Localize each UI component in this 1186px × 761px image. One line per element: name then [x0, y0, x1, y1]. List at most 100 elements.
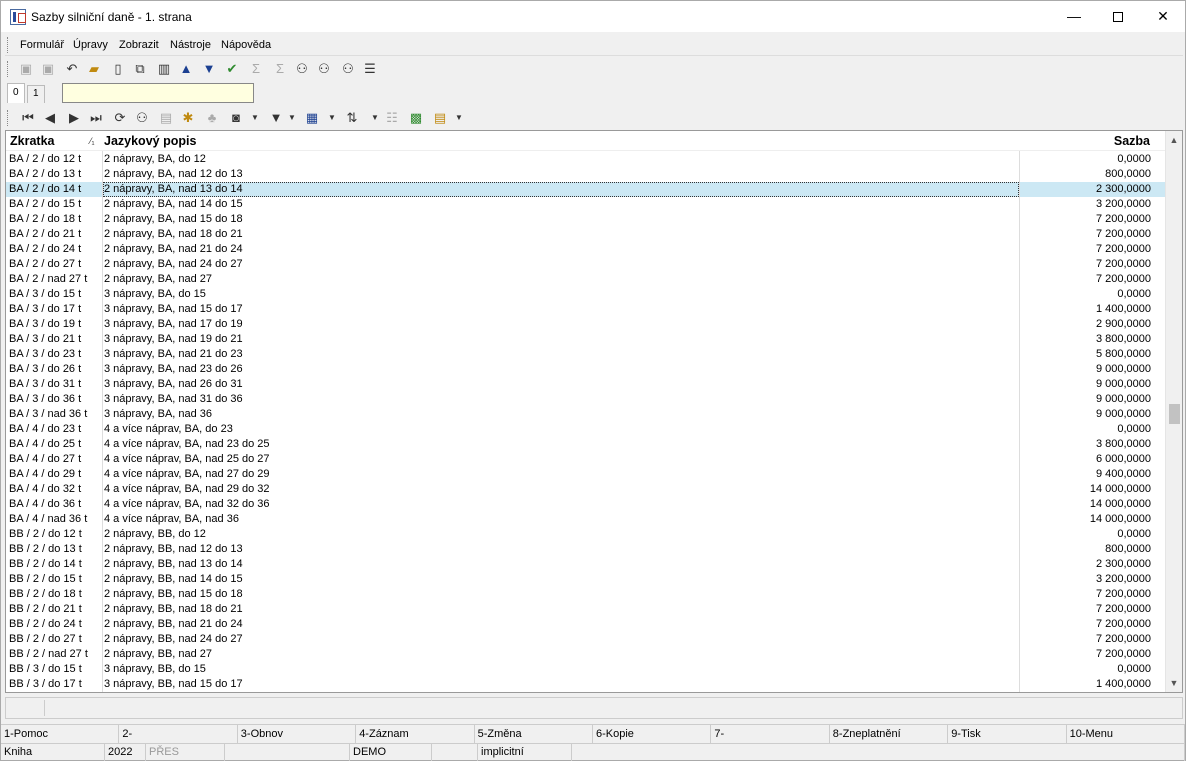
table-row[interactable]: BA / 4 / do 32 t 4 a více náprav, BA, nad…: [6, 482, 1167, 497]
book-icon[interactable]: ▥: [155, 61, 173, 77]
save-as-icon[interactable]: ▣: [39, 61, 57, 77]
table-row[interactable]: BB / 2 / do 21 t 2 nápravy, BB, nad 18 do…: [6, 602, 1167, 617]
table-row[interactable]: BA / 2 / do 13 t 2 nápravy, BA, nad 12 do…: [6, 167, 1167, 182]
save-icon[interactable]: ▣: [17, 61, 35, 77]
table-row[interactable]: BA / 3 / do 31 t 3 nápravy, BA, nad 26 do…: [6, 377, 1167, 392]
binoculars-icon[interactable]: ⚇: [293, 61, 311, 77]
table-row[interactable]: BB / 3 / do 17 t 3 nápravy, BB, nad 15 do…: [6, 677, 1167, 692]
grip-handle[interactable]: [7, 37, 10, 53]
add-star-icon[interactable]: ✱: [179, 110, 197, 126]
table-row[interactable]: BA / 2 / do 12 t 2 nápravy, BA, do 12 0,00…: [6, 152, 1167, 167]
table-row[interactable]: BA / 4 / do 27 t 4 a více náprav, BA, nad…: [6, 452, 1167, 467]
table-row[interactable]: BA / 3 / do 23 t 3 nápravy, BA, nad 21 do…: [6, 347, 1167, 362]
checkmark-icon[interactable]: ✔: [223, 61, 241, 77]
table-row[interactable]: BA / 2 / do 24 t 2 nápravy, BA, nad 21 do…: [6, 242, 1167, 257]
open-folder-icon[interactable]: ▰: [85, 61, 103, 77]
table-row[interactable]: BA / 4 / do 23 t 4 a více náprav, BA, do …: [6, 422, 1167, 437]
find-next-icon[interactable]: ⚇: [315, 61, 333, 77]
filter-icon[interactable]: ▼: [267, 110, 285, 126]
refresh-icon[interactable]: ⟳: [111, 110, 129, 126]
table-row[interactable]: BA / 3 / do 15 t 3 nápravy, BA, do 15 0,00…: [6, 287, 1167, 302]
menu-napoveda[interactable]: Nápověda: [221, 39, 271, 51]
table-row[interactable]: BA / 2 / do 14 t2 nápravy, BA, nad 13 do…: [6, 182, 1167, 197]
table-row[interactable]: BA / 4 / nad 36 t 4 a více náprav, BA, na…: [6, 512, 1167, 527]
binoculars-icon[interactable]: ⚇: [133, 110, 151, 126]
table-row[interactable]: BA / 3 / do 17 t 3 nápravy, BA, nad 15 do…: [6, 302, 1167, 317]
header-jazykovy-popis[interactable]: Jazykový popis: [104, 134, 196, 148]
menu-nastroje[interactable]: Nástroje: [170, 39, 211, 51]
undo-icon[interactable]: ↶: [63, 61, 81, 77]
scroll-thumb[interactable]: [1169, 404, 1180, 424]
table-row[interactable]: BA / 3 / nad 36 t 3 nápravy, BA, nad 36 9 …: [6, 407, 1167, 422]
table-row[interactable]: BB / 2 / do 13 t 2 nápravy, BB, nad 12 do…: [6, 542, 1167, 557]
table-row[interactable]: BB / 2 / do 27 t 2 nápravy, BB, nad 24 do…: [6, 632, 1167, 647]
notepad-icon[interactable]: ▤: [431, 110, 449, 126]
dropdown-arrow-icon[interactable]: ▼: [288, 110, 296, 126]
menu-upravy[interactable]: Úpravy: [73, 39, 108, 51]
header-sazba[interactable]: Sazba: [1114, 134, 1150, 148]
table-row[interactable]: BA / 3 / do 21 t 3 nápravy, BA, nad 19 do…: [6, 332, 1167, 347]
last-record-icon[interactable]: ⏭: [87, 110, 105, 126]
sum-icon[interactable]: Σ: [247, 61, 265, 77]
first-record-icon[interactable]: ⏮: [19, 110, 37, 126]
table-row[interactable]: BA / 4 / do 29 t 4 a více náprav, BA, nad…: [6, 467, 1167, 482]
table-row[interactable]: BB / 2 / do 24 t 2 nápravy, BB, nad 21 do…: [6, 617, 1167, 632]
scroll-up-icon[interactable]: ▲: [1166, 135, 1182, 145]
fkey-4[interactable]: 4-Záznam: [356, 725, 475, 743]
fkey-6[interactable]: 6-Kopie: [593, 725, 712, 743]
fkey-3[interactable]: 3-Obnov: [238, 725, 357, 743]
table-row[interactable]: BA / 4 / do 36 t 4 a více náprav, BA, nad…: [6, 497, 1167, 512]
copy-icon[interactable]: ⧉: [131, 61, 149, 77]
table-row[interactable]: BA / 3 / do 36 t 3 nápravy, BA, nad 31 do…: [6, 392, 1167, 407]
grip-handle[interactable]: [7, 61, 10, 77]
maximize-button[interactable]: [1095, 1, 1141, 32]
list-icon[interactable]: ☷: [383, 110, 401, 126]
dropdown-arrow-icon[interactable]: ▼: [455, 110, 463, 126]
previous-record-icon[interactable]: ◀: [41, 110, 59, 126]
table-row[interactable]: BB / 2 / do 14 t 2 nápravy, BB, nad 13 do…: [6, 557, 1167, 572]
fkey-10[interactable]: 10-Menu: [1067, 725, 1185, 743]
grip-handle[interactable]: [7, 110, 10, 126]
dropdown-arrow-icon[interactable]: ▼: [328, 110, 336, 126]
sum-selected-icon[interactable]: Σ: [271, 61, 289, 77]
fkey-1[interactable]: 1-Pomoc: [1, 725, 120, 743]
fkey-2[interactable]: 2-: [119, 725, 238, 743]
table-row[interactable]: BA / 2 / do 27 t 2 nápravy, BA, nad 24 do…: [6, 257, 1167, 272]
fkey-5[interactable]: 5-Změna: [475, 725, 593, 743]
table-row[interactable]: BB / 2 / do 12 t 2 nápravy, BB, do 12 0,00…: [6, 527, 1167, 542]
menu-formular[interactable]: Formulář: [20, 39, 64, 51]
table-row[interactable]: BA / 3 / do 19 t 3 nápravy, BA, nad 17 do…: [6, 317, 1167, 332]
tab-filter-input[interactable]: [62, 83, 254, 103]
camera-icon[interactable]: ◙: [227, 110, 245, 126]
hamburger-menu-icon[interactable]: ☰: [361, 61, 379, 77]
minimize-button[interactable]: —: [1051, 1, 1097, 32]
table-row[interactable]: BB / 2 / nad 27 t 2 nápravy, BB, nad 27 7 …: [6, 647, 1167, 662]
fkey-7[interactable]: 7-: [711, 725, 830, 743]
tree-icon[interactable]: ♣: [203, 110, 221, 126]
next-record-icon[interactable]: ▶: [65, 110, 83, 126]
table-row[interactable]: BA / 2 / do 15 t 2 nápravy, BA, nad 14 do…: [6, 197, 1167, 212]
close-button[interactable]: ✕: [1140, 1, 1186, 32]
table-row[interactable]: BA / 2 / do 21 t 2 nápravy, BA, nad 18 do…: [6, 227, 1167, 242]
dropdown-arrow-icon[interactable]: ▼: [371, 110, 379, 126]
print-icon[interactable]: ▤: [157, 110, 175, 126]
sort-az-icon[interactable]: ⇅: [343, 110, 361, 126]
fkey-9[interactable]: 9-Tisk: [948, 725, 1067, 743]
new-document-icon[interactable]: ▯: [109, 61, 127, 77]
table-row[interactable]: BB / 2 / do 18 t 2 nápravy, BB, nad 15 do…: [6, 587, 1167, 602]
table-row[interactable]: BB / 2 / do 15 t 2 nápravy, BB, nad 14 do…: [6, 572, 1167, 587]
table-row[interactable]: BB / 3 / do 15 t 3 nápravy, BB, do 15 0,00…: [6, 662, 1167, 677]
excel-icon[interactable]: ▩: [407, 110, 425, 126]
table-row[interactable]: BA / 2 / do 18 t 2 nápravy, BA, nad 15 do…: [6, 212, 1167, 227]
table-row[interactable]: BA / 2 / nad 27 t 2 nápravy, BA, nad 27 7 …: [6, 272, 1167, 287]
menu-zobrazit[interactable]: Zobrazit: [119, 39, 159, 51]
vertical-scrollbar[interactable]: ▲ ▼: [1165, 131, 1182, 692]
arrow-down-icon[interactable]: ▼: [200, 61, 218, 77]
arrow-up-icon[interactable]: ▲: [177, 61, 195, 77]
table-row[interactable]: BA / 3 / do 26 t 3 nápravy, BA, nad 23 do…: [6, 362, 1167, 377]
header-zkratka[interactable]: Zkratka: [10, 134, 54, 148]
find-replace-icon[interactable]: ⚇: [339, 61, 357, 77]
scroll-down-icon[interactable]: ▼: [1166, 678, 1182, 688]
tab-1[interactable]: 1: [27, 85, 45, 103]
columns-icon[interactable]: ▦: [303, 110, 321, 126]
